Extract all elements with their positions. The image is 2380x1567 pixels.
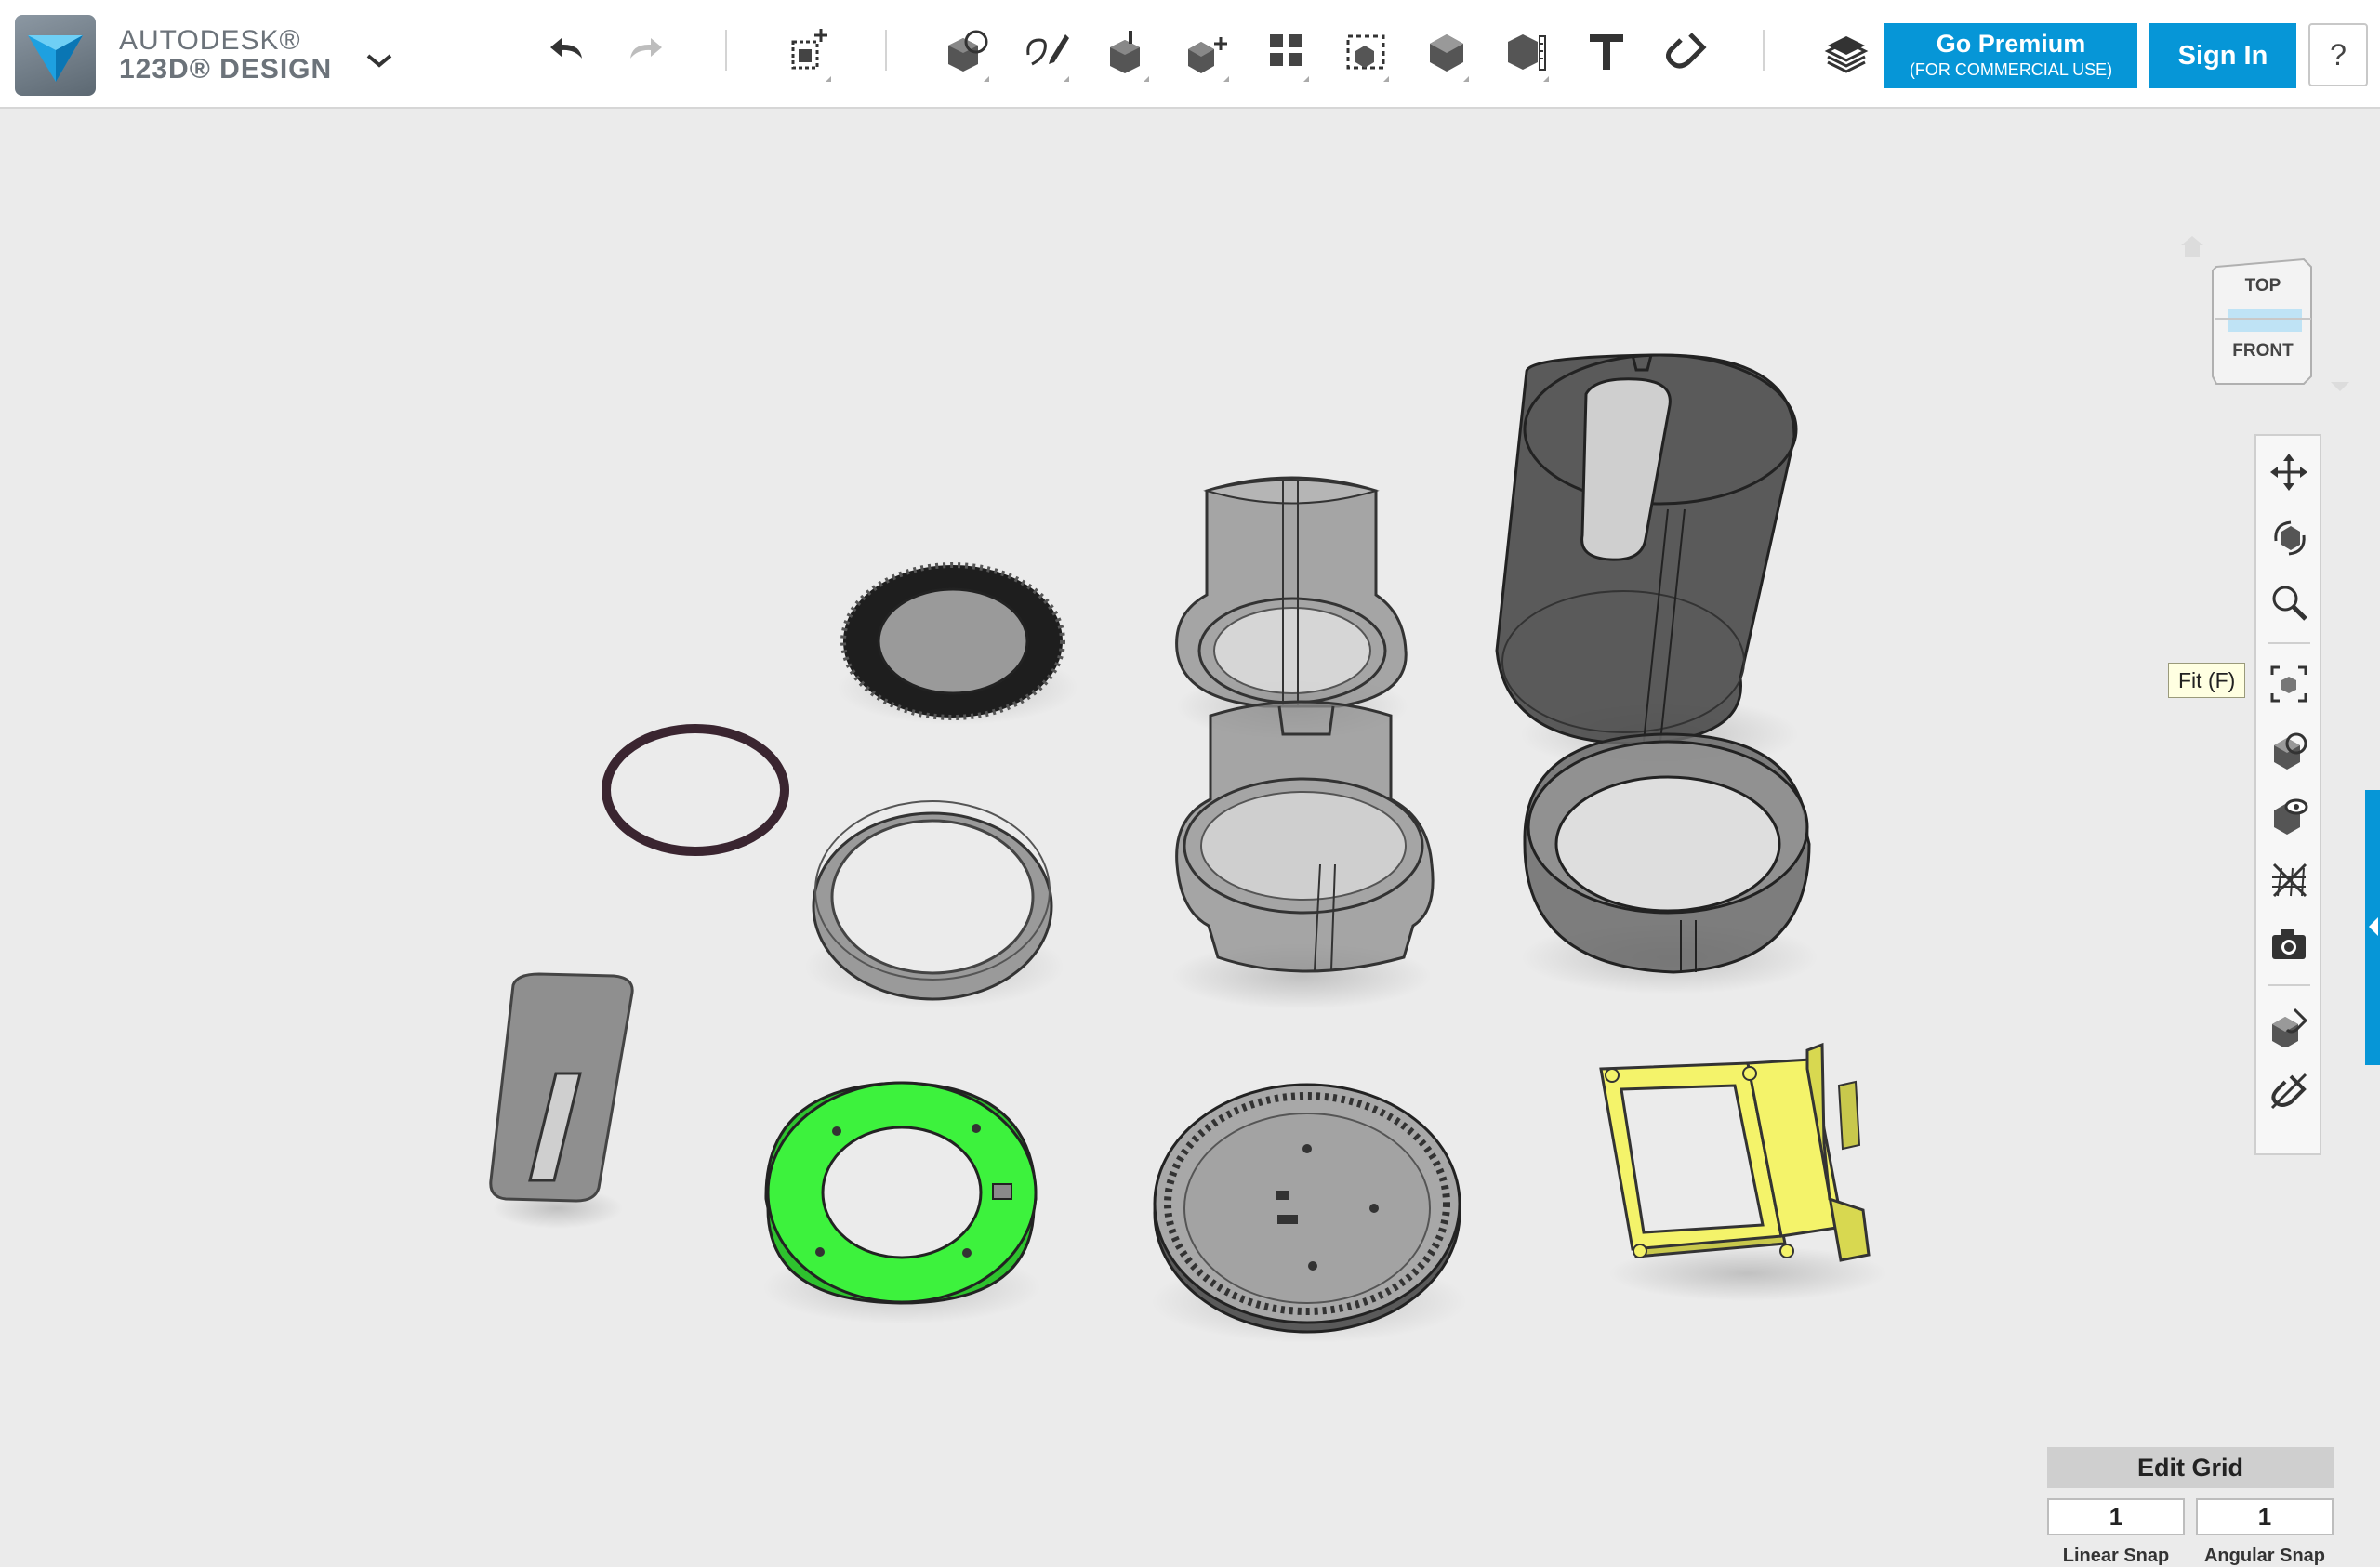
sign-in-button[interactable]: Sign In <box>2149 23 2296 88</box>
tube-cap-part[interactable] <box>1521 732 1818 994</box>
linear-snap-label: Linear Snap <box>2062 1546 2170 1566</box>
model-scene[interactable] <box>0 109 2380 1487</box>
go-premium-button[interactable]: Go Premium (FOR COMMERCIAL USE) <box>1884 23 2137 88</box>
sketch-button[interactable] <box>1019 20 1075 82</box>
go-premium-sublabel: (FOR COMMERCIAL USE) <box>1909 60 2113 79</box>
material-icon <box>2272 1007 2308 1047</box>
orbit-button[interactable] <box>2266 514 2312 560</box>
text-icon <box>1590 34 1623 70</box>
construct-icon <box>1110 31 1140 73</box>
view-cube-menu-icon[interactable] <box>2329 380 2351 398</box>
combine-icon <box>1430 34 1463 72</box>
view-cube-icon <box>2212 257 2312 385</box>
lower-clip-sleeve-part[interactable] <box>1171 700 1435 1009</box>
materials-layers-icon <box>1824 36 1869 73</box>
toolbar-separator <box>725 30 727 71</box>
main-toolbar: AUTODESK® 123D® DESIGN Go Premium (FOR C… <box>0 0 2380 109</box>
measure-button[interactable] <box>1499 20 1554 82</box>
snap-icon <box>1666 33 1707 69</box>
gray-ring-part[interactable] <box>804 800 1064 1008</box>
pattern-button[interactable] <box>1259 20 1315 82</box>
primitives-icon <box>948 30 988 72</box>
fit-tooltip: Fit (F) <box>2168 663 2246 698</box>
combine-button[interactable] <box>1419 20 1474 82</box>
camera-button[interactable] <box>2266 921 2312 968</box>
3d-viewport[interactable]: TOP FRONT Fit (F) Edit Grid 1 1 Linear S… <box>0 109 2380 1566</box>
redo-button[interactable] <box>617 20 673 82</box>
grid-toggle-button[interactable] <box>2266 856 2312 902</box>
material-button[interactable] <box>2266 1003 2312 1049</box>
side-panel-arrow-icon <box>2369 917 2378 936</box>
grid-toggle-icon <box>2272 863 2307 898</box>
visibility-button[interactable] <box>2266 791 2312 837</box>
main-tube-housing-part[interactable] <box>1495 353 1799 771</box>
clip-part[interactable] <box>489 972 634 1229</box>
gear-base-plate-part[interactable] <box>1151 1083 1467 1343</box>
transform-button[interactable] <box>781 20 837 82</box>
modify-button[interactable] <box>1179 20 1235 82</box>
redo-icon <box>630 38 662 59</box>
toolbar-separator <box>885 30 887 71</box>
brand-autodesk: AUTODESK® <box>119 25 301 56</box>
navbar-separator <box>2268 984 2310 986</box>
group-icon <box>1346 34 1385 70</box>
angular-snap-label: Angular Snap <box>2203 1546 2325 1566</box>
go-premium-label: Go Premium <box>1936 30 2086 58</box>
view-mode-button[interactable] <box>2266 726 2312 772</box>
pan-icon <box>2270 454 2307 491</box>
angular-snap-input[interactable] <box>2196 1498 2334 1535</box>
fit-button[interactable] <box>2266 661 2312 707</box>
view-cube[interactable]: TOP FRONT <box>2211 256 2315 386</box>
measure-icon <box>1508 34 1546 71</box>
hide-snap-icon <box>2270 1073 2307 1110</box>
navigation-bar <box>2254 434 2321 1155</box>
pattern-icon <box>1270 34 1302 66</box>
fit-icon <box>2270 665 2307 703</box>
app-logo-icon <box>28 35 83 82</box>
transform-icon <box>791 29 827 70</box>
visibility-icon <box>2274 798 2308 835</box>
green-mount-ring-part[interactable] <box>762 1081 1041 1324</box>
primitives-button[interactable] <box>939 20 995 82</box>
undo-button[interactable] <box>539 20 595 82</box>
edit-grid-button[interactable]: Edit Grid <box>2047 1447 2334 1488</box>
text-button[interactable] <box>1579 20 1634 82</box>
o-ring-part[interactable] <box>602 724 789 856</box>
navbar-separator <box>2268 642 2310 644</box>
pan-button[interactable] <box>2266 449 2312 495</box>
modify-icon <box>1188 37 1227 73</box>
view-cube-front-face[interactable]: FRONT <box>2211 341 2315 362</box>
home-view-icon[interactable] <box>2179 234 2205 263</box>
linear-snap-input[interactable] <box>2047 1498 2185 1535</box>
sketch-icon <box>1026 34 1069 66</box>
brand-product: 123D® DESIGN <box>119 54 333 85</box>
zoom-icon <box>2272 586 2307 621</box>
zoom-button[interactable] <box>2266 579 2312 625</box>
app-menu-chevron-icon[interactable] <box>361 45 398 76</box>
view-mode-icon <box>2274 732 2307 770</box>
orbit-icon <box>2274 520 2306 556</box>
camera-icon <box>2272 929 2306 959</box>
toolbar-separator <box>1763 30 1765 71</box>
snap-button[interactable] <box>1659 20 1714 82</box>
help-button[interactable]: ? <box>2308 23 2368 86</box>
app-logo[interactable] <box>15 15 96 96</box>
view-cube-top-face[interactable]: TOP <box>2211 276 2315 296</box>
group-button[interactable] <box>1339 20 1395 82</box>
construct-button[interactable] <box>1099 20 1155 82</box>
yellow-bracket-part[interactable] <box>1599 1042 1887 1301</box>
undo-icon <box>550 38 582 59</box>
hide-snap-button[interactable] <box>2266 1068 2312 1114</box>
materials-layers-button[interactable] <box>1818 20 1874 82</box>
fan-grille-part[interactable] <box>837 562 1078 725</box>
